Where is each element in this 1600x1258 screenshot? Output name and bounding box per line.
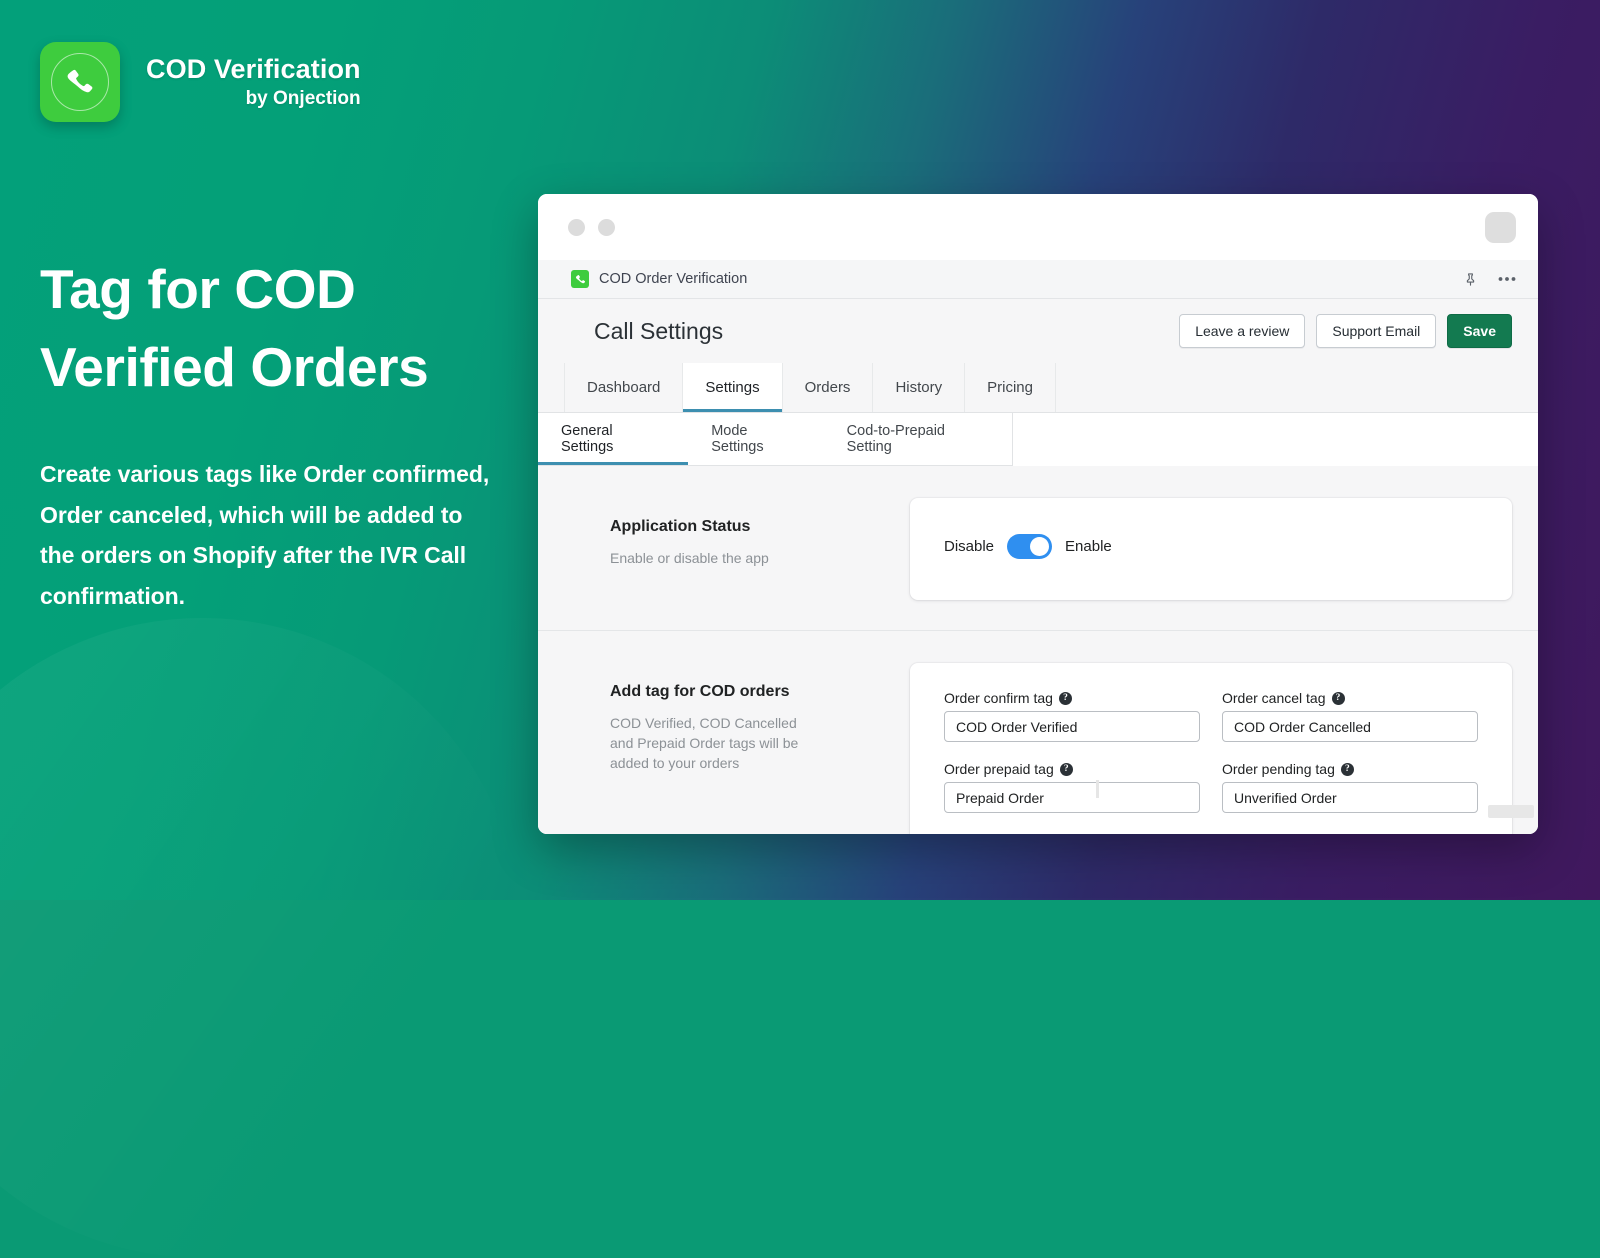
help-icon[interactable]: ?	[1059, 762, 1073, 776]
order-prepaid-tag-label: Order prepaid tag ?	[944, 761, 1200, 777]
app-tab-bar: COD Order Verification	[538, 260, 1538, 299]
brand-lockup: COD Verification by Onjection	[40, 42, 500, 122]
tab-orders[interactable]: Orders	[783, 363, 874, 412]
subtab-general-settings[interactable]: General Settings	[538, 413, 688, 465]
order-confirm-tag-field: Order confirm tag ?	[944, 690, 1200, 742]
app-logo	[40, 42, 120, 122]
toggle-knob	[1030, 537, 1050, 556]
order-pending-tag-label: Order pending tag ?	[1222, 761, 1478, 777]
avatar[interactable]	[1485, 211, 1516, 243]
application-status-toggle[interactable]	[1007, 534, 1053, 559]
settings-body: Application Status Enable or disable the…	[538, 466, 1538, 834]
tab-pricing[interactable]: Pricing	[965, 363, 1056, 412]
support-email-button[interactable]: Support Email	[1316, 314, 1437, 348]
window-dot-1[interactable]	[568, 218, 585, 236]
order-confirm-tag-input[interactable]	[944, 711, 1200, 742]
phone-handset-icon	[51, 53, 109, 111]
tab-settings[interactable]: Settings	[683, 363, 783, 412]
promo-panel: COD Verification by Onjection Tag for CO…	[0, 0, 540, 900]
brand-byline: by Onjection	[245, 87, 361, 109]
brand-name: COD Verification	[146, 53, 361, 84]
phone-handset-icon	[571, 270, 589, 288]
page-header: Call Settings Leave a review Support Ema…	[538, 299, 1538, 363]
help-icon[interactable]: ?	[1058, 691, 1072, 705]
subtab-cod-to-prepaid-setting[interactable]: Cod-to-Prepaid Setting	[824, 413, 1012, 465]
window-titlebar	[538, 194, 1538, 260]
secondary-tabs: General Settings Mode Settings Cod-to-Pr…	[538, 413, 1013, 466]
app-tab-title: COD Order Verification	[599, 271, 748, 287]
order-prepaid-tag-field: Order prepaid tag ?	[944, 761, 1200, 813]
toggle-label-enable: Enable	[1065, 538, 1112, 555]
application-status-toggle-row: Disable Enable	[944, 534, 1478, 559]
tag-fields-grid: Order confirm tag ? Order cancel tag ?	[944, 690, 1478, 813]
horizontal-scrollbar[interactable]	[1096, 780, 1099, 798]
help-icon[interactable]: ?	[1340, 762, 1354, 776]
section-description: COD Verified, COD Cancelled and Prepaid …	[610, 715, 799, 771]
tab-dashboard[interactable]: Dashboard	[564, 363, 684, 412]
leave-a-review-button[interactable]: Leave a review	[1179, 314, 1306, 348]
order-prepaid-tag-input[interactable]	[944, 782, 1200, 813]
field-label-text: Order confirm tag	[944, 690, 1053, 706]
primary-tabs: Dashboard Settings Orders History Pricin…	[538, 363, 1538, 413]
order-cancel-tag-input[interactable]	[1222, 711, 1478, 742]
section-title: Application Status	[610, 518, 751, 535]
field-label-text: Order cancel tag	[1222, 690, 1326, 706]
order-pending-tag-input[interactable]	[1222, 782, 1478, 813]
section-title: Add tag for COD orders	[610, 683, 790, 700]
tags-card: Order confirm tag ? Order cancel tag ?	[910, 663, 1512, 834]
section-add-tag-label: Add tag for COD orders COD Verified, COD…	[610, 663, 910, 774]
more-horizontal-icon[interactable]	[1498, 276, 1516, 282]
save-button[interactable]: Save	[1447, 314, 1512, 348]
pin-icon[interactable]	[1463, 272, 1478, 287]
promo-heading: Tag for COD Verified Orders	[40, 258, 429, 399]
window-dot-2[interactable]	[598, 218, 615, 236]
order-cancel-tag-field: Order cancel tag ?	[1222, 690, 1478, 742]
field-label-text: Order prepaid tag	[944, 761, 1054, 777]
order-pending-tag-field: Order pending tag ?	[1222, 761, 1478, 813]
browser-window: COD Order Verification Call Settings Lea…	[538, 194, 1538, 834]
promo-body: Create various tags like Order confirmed…	[40, 461, 490, 609]
help-icon[interactable]: ?	[1331, 691, 1345, 705]
section-description: Enable or disable the app	[610, 550, 769, 566]
application-status-card: Disable Enable	[910, 498, 1512, 600]
resize-grip[interactable]	[1488, 805, 1534, 818]
tab-history[interactable]: History	[873, 363, 966, 412]
order-confirm-tag-label: Order confirm tag ?	[944, 690, 1200, 706]
section-application-status: Application Status Enable or disable the…	[538, 466, 1538, 630]
section-add-tag: Add tag for COD orders COD Verified, COD…	[538, 630, 1538, 834]
order-cancel-tag-label: Order cancel tag ?	[1222, 690, 1478, 706]
page-title: Call Settings	[594, 317, 724, 344]
field-label-text: Order pending tag	[1222, 761, 1335, 777]
section-application-status-label: Application Status Enable or disable the…	[610, 498, 910, 569]
subtab-mode-settings[interactable]: Mode Settings	[688, 413, 823, 465]
toggle-label-disable: Disable	[944, 538, 995, 555]
